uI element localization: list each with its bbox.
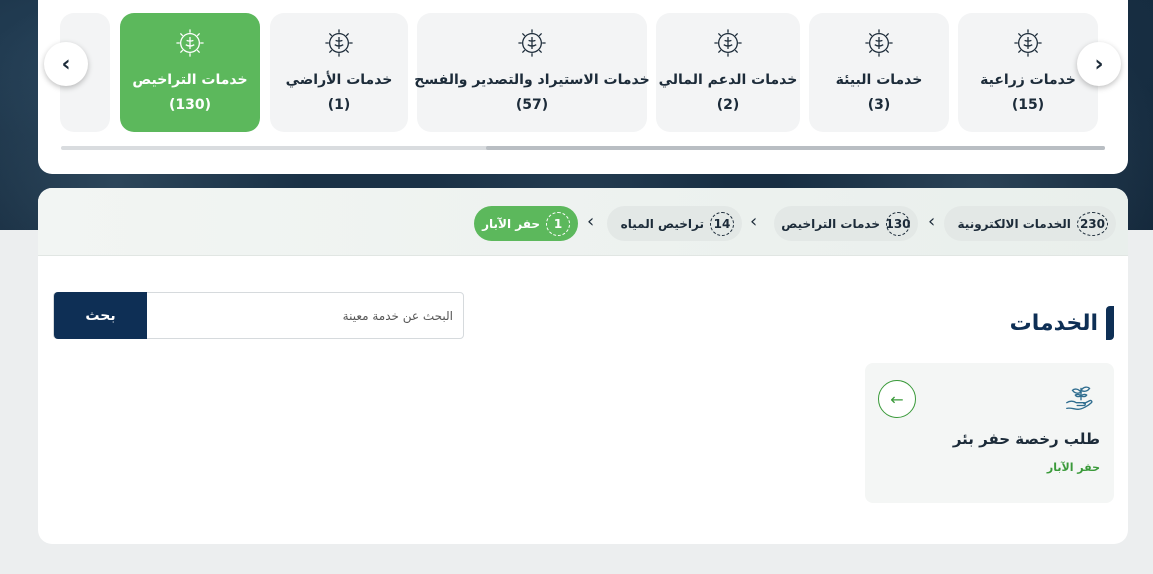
category-name: خدمات الأراضي [285, 72, 393, 88]
ministry-emblem-icon [714, 29, 742, 57]
breadcrumb-count: 1 [546, 211, 570, 236]
breadcrumb-label: تراخيص المياه [620, 216, 704, 231]
category-tile-financial-support[interactable]: خدمات الدعم المالي (2) [656, 13, 800, 132]
breadcrumb-item-active[interactable]: 1 حفر الآبار [474, 206, 578, 241]
service-category: حفر الآبار [1046, 461, 1100, 474]
category-name: خدمات التراخيص [132, 72, 248, 88]
chevron-left-icon: ‹ [750, 211, 758, 232]
carousel-next-button[interactable]: › [1077, 42, 1121, 86]
category-count: (2) [716, 97, 740, 113]
search-bar: بحث [53, 292, 464, 339]
arrow-left-icon: ← [890, 389, 904, 409]
category-track: خدمات زراعية (15) خدمات البيئة (3) خدمات… [38, 13, 1128, 133]
category-name: خدمات الاستيراد والتصدير والفسح [414, 72, 650, 88]
category-carousel: خدمات زراعية (15) خدمات البيئة (3) خدمات… [38, 0, 1128, 174]
breadcrumb-item[interactable]: 14 تراخيص المياه [607, 206, 742, 241]
category-tile-agriculture[interactable]: خدمات زراعية (15) [958, 13, 1098, 132]
breadcrumb-count: 130 [885, 211, 911, 236]
ministry-emblem-icon [518, 29, 546, 57]
services-panel: 230 الخدمات الالكترونية ‹ 130 خدمات التر… [38, 188, 1128, 544]
category-tile-environment[interactable]: خدمات البيئة (3) [809, 13, 949, 132]
chevron-left-icon: ‹ [928, 211, 936, 232]
breadcrumb-item[interactable]: 130 خدمات التراخيص [774, 206, 918, 241]
category-count: (57) [515, 97, 549, 113]
category-name: خدمات البيئة [835, 72, 923, 88]
open-service-button[interactable]: ← [878, 380, 916, 418]
ministry-emblem-icon [325, 29, 353, 57]
carousel-scroll-thumb[interactable] [486, 146, 1105, 150]
chevron-left-icon: ‹ [587, 211, 595, 232]
section-title: الخدمات [1009, 310, 1098, 336]
carousel-prev-button[interactable]: ‹ [44, 42, 88, 86]
ministry-emblem-icon [176, 29, 204, 57]
search-input[interactable] [148, 293, 463, 338]
service-card[interactable]: ← طلب رخصة حفر بئر حفر الآبار [865, 363, 1114, 503]
breadcrumb-count: 14 [710, 211, 734, 236]
breadcrumb-count: 230 [1076, 211, 1108, 236]
breadcrumb-label: الخدمات الالكترونية [957, 216, 1071, 231]
category-count: (130) [168, 97, 212, 113]
breadcrumb-label: خدمات التراخيص [781, 216, 880, 231]
section-header: الخدمات [1010, 306, 1114, 340]
category-count: (3) [867, 97, 891, 113]
category-name: خدمات زراعية [980, 72, 1076, 88]
chevron-left-icon: ‹ [61, 51, 71, 77]
search-button[interactable]: بحث [54, 292, 147, 339]
breadcrumb: 230 الخدمات الالكترونية ‹ 130 خدمات التر… [38, 188, 1128, 256]
ministry-emblem-icon [1014, 29, 1042, 57]
category-name: خدمات الدعم المالي [658, 72, 798, 88]
category-count: (15) [1011, 97, 1045, 113]
carousel-scrollbar[interactable] [61, 146, 1105, 150]
ministry-emblem-icon [865, 29, 893, 57]
chevron-right-icon: › [1094, 51, 1104, 77]
category-tile-import-export[interactable]: خدمات الاستيراد والتصدير والفسح (57) [414, 13, 650, 132]
plant-hand-icon [1066, 386, 1093, 410]
category-tile-licenses[interactable]: خدمات التراخيص (130) [120, 13, 260, 132]
category-count: (1) [327, 97, 351, 113]
service-title[interactable]: طلب رخصة حفر بئر [953, 430, 1100, 448]
breadcrumb-label: حفر الآبار [482, 216, 540, 231]
breadcrumb-item[interactable]: 230 الخدمات الالكترونية [944, 206, 1116, 241]
section-marker [1106, 306, 1114, 340]
category-tile-lands[interactable]: خدمات الأراضي (1) [270, 13, 408, 132]
